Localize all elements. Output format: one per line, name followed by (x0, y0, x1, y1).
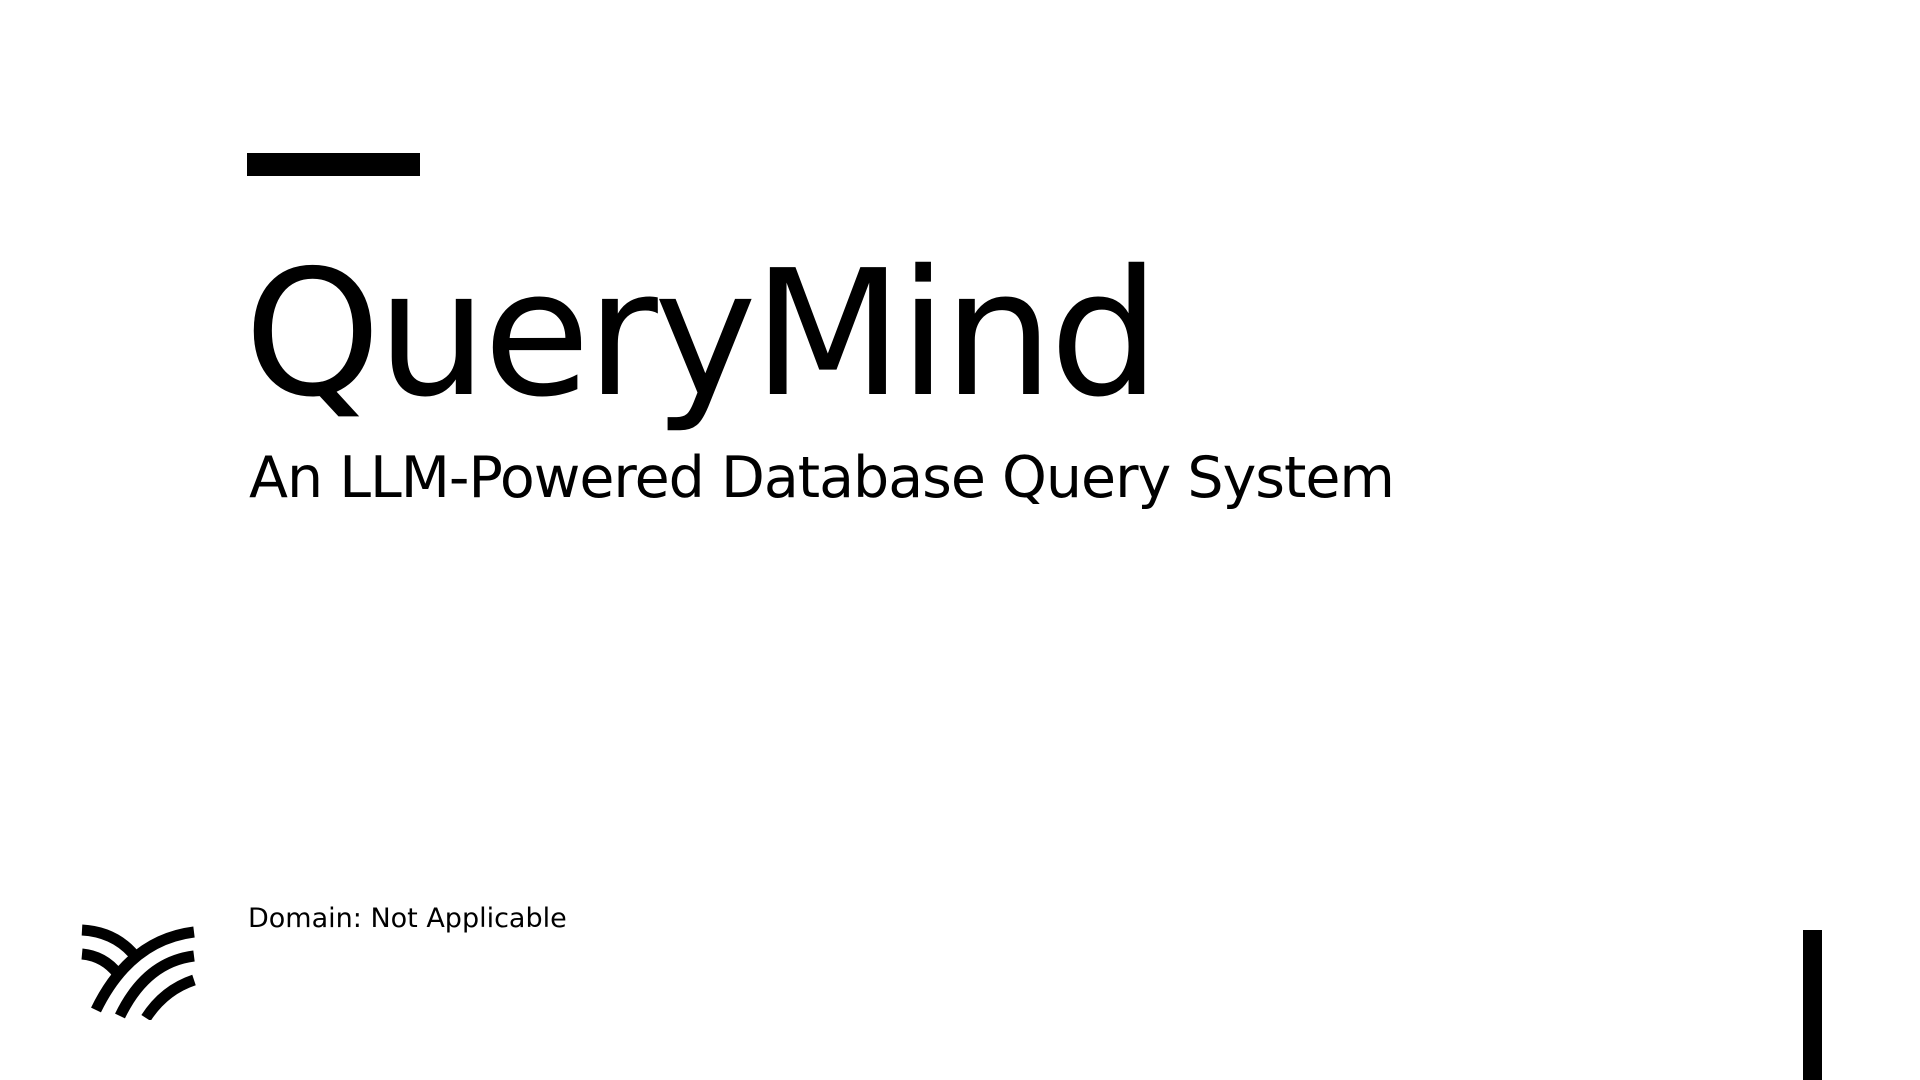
bird-wing-logo-icon (81, 924, 196, 1020)
right-accent-bar (1803, 930, 1822, 1080)
title-slide: QueryMind An LLM-Powered Database Query … (0, 0, 1920, 1080)
slide-title: QueryMind (244, 233, 1160, 436)
slide-subtitle: An LLM-Powered Database Query System (249, 445, 1395, 511)
top-accent-bar (247, 153, 420, 176)
domain-label: Domain: Not Applicable (248, 903, 567, 934)
